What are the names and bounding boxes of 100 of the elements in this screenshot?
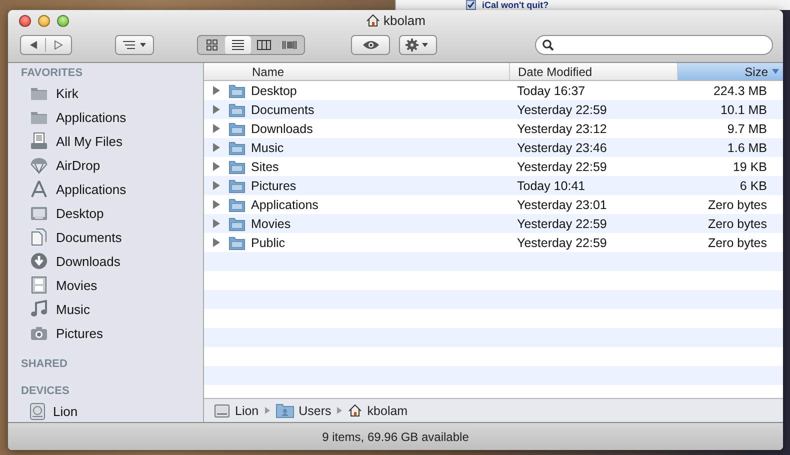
folder-icon <box>229 140 245 154</box>
file-name: Movies <box>251 216 292 230</box>
disclosure-triangle-icon[interactable] <box>213 181 220 190</box>
arrange-button[interactable] <box>115 35 154 55</box>
search-field[interactable] <box>535 35 773 55</box>
date-cell-text: Yesterday 23:46 <box>517 140 608 154</box>
home-icon <box>348 404 362 417</box>
camera-icon <box>30 324 48 342</box>
sort-arrow-icon <box>772 69 779 74</box>
date-cell-text: Yesterday 23:01 <box>517 198 608 212</box>
size-cell-text: Zero bytes <box>706 216 768 230</box>
sidebar-item[interactable]: Kirk <box>8 81 203 105</box>
folder-icon <box>229 216 245 230</box>
action-button[interactable] <box>399 35 437 55</box>
file-name: Music <box>251 140 285 154</box>
stack-icon <box>30 132 48 150</box>
disclosure-triangle-icon[interactable] <box>213 219 220 228</box>
file-name: Desktop <box>251 84 298 98</box>
disclosure-triangle-icon[interactable] <box>213 238 220 247</box>
back-forward-control[interactable] <box>20 35 72 55</box>
date-cell-text: Yesterday 22:59 <box>517 160 608 174</box>
columns-icon <box>256 39 272 51</box>
size-cell-text: 10.1 MB <box>719 102 768 116</box>
checkbox-icon <box>466 0 476 10</box>
quick-look-button[interactable] <box>351 35 390 55</box>
folder-icon <box>229 122 245 136</box>
film-icon <box>30 276 48 294</box>
size-cell-text: 9.7 MB <box>726 122 768 136</box>
folder-icon <box>229 84 245 98</box>
path-item[interactable]: Lion <box>214 402 259 418</box>
sidebar-item[interactable]: Lion <box>8 399 203 423</box>
parachute-icon <box>30 156 48 174</box>
arrange-icon <box>122 40 148 50</box>
file-name: Sites <box>251 160 280 174</box>
folder-icon <box>276 403 294 418</box>
date-cell-text: Yesterday 23:12 <box>517 122 608 136</box>
sidebar-item[interactable]: Movies <box>8 273 203 297</box>
status-text: 9 items, 69.96 GB available <box>322 430 469 444</box>
forward-icon <box>54 40 64 50</box>
section-header: DEVICES <box>20 384 70 399</box>
sidebar-item[interactable]: Applications <box>8 105 203 129</box>
date-cell-text: Yesterday 22:59 <box>517 102 608 116</box>
sidebar-item[interactable]: Pictures <box>8 321 203 345</box>
sidebar-item[interactable]: Music <box>8 297 203 321</box>
size-cell-text: 224.3 MB <box>712 84 768 98</box>
disclosure-triangle-icon[interactable] <box>213 86 220 95</box>
disclosure-triangle-icon[interactable] <box>213 105 220 114</box>
grid-icon <box>204 39 220 51</box>
eye-icon <box>362 40 380 50</box>
sidebar-item[interactable]: Desktop <box>8 201 203 225</box>
column-header[interactable]: Name <box>204 63 510 80</box>
size-cell-text: 19 KB <box>732 160 768 174</box>
search-icon <box>542 39 554 51</box>
close-button[interactable] <box>19 15 31 27</box>
document-icon <box>30 228 48 246</box>
settings-icon <box>405 38 431 52</box>
sidebar-item[interactable]: All My Files <box>8 129 203 153</box>
sidebar-item[interactable]: AirDrop <box>8 153 203 177</box>
size-cell-text: Zero bytes <box>706 198 768 212</box>
date-cell-text: Yesterday 22:59 <box>517 236 608 250</box>
file-name: Documents <box>251 102 316 116</box>
size-cell-text: Zero bytes <box>706 236 768 250</box>
folder-icon <box>229 198 245 212</box>
date-cell-text: Today 16:37 <box>517 84 586 98</box>
file-name: Applications <box>251 198 320 212</box>
back-icon <box>28 40 38 50</box>
section-header: FAVORITES <box>20 66 84 81</box>
section-header: SHARED <box>20 357 68 372</box>
minimize-button[interactable] <box>38 15 50 27</box>
file-name: Downloads <box>251 122 314 136</box>
chevron-icon <box>337 407 342 414</box>
a-icon <box>30 180 48 198</box>
column-header[interactable]: Size <box>678 63 783 80</box>
music-note-icon <box>30 300 48 318</box>
date-cell-text: Today 10:41 <box>517 178 586 192</box>
download-icon <box>30 252 48 270</box>
disclosure-triangle-icon[interactable] <box>213 162 220 171</box>
window-title: kbolam <box>384 13 426 28</box>
sidebar-item[interactable]: Applications <box>8 177 203 201</box>
file-name: Public <box>251 236 286 250</box>
date-cell-text: Yesterday 22:59 <box>517 216 608 230</box>
folder-icon <box>229 236 245 250</box>
list-icon <box>230 39 246 51</box>
path-item[interactable]: Users <box>276 403 332 418</box>
file-name: Pictures <box>251 178 298 192</box>
size-cell-text: 6 KB <box>738 178 768 192</box>
size-cell-text: 1.6 MB <box>726 140 768 154</box>
disclosure-triangle-icon[interactable] <box>213 200 220 209</box>
chevron-icon <box>264 407 270 414</box>
disclosure-triangle-icon[interactable] <box>213 124 220 133</box>
disclosure-triangle-icon[interactable] <box>213 143 220 152</box>
home-icon <box>366 14 380 27</box>
folder-icon <box>229 102 245 116</box>
path-item[interactable]: kbolam <box>348 404 408 418</box>
cover-flow-icon <box>282 39 298 51</box>
zoom-button[interactable] <box>57 15 69 27</box>
view-button[interactable] <box>225 36 251 54</box>
sidebar-item[interactable]: Downloads <box>8 249 203 273</box>
folder-icon <box>229 160 245 174</box>
sidebar-item[interactable]: Documents <box>8 225 203 249</box>
